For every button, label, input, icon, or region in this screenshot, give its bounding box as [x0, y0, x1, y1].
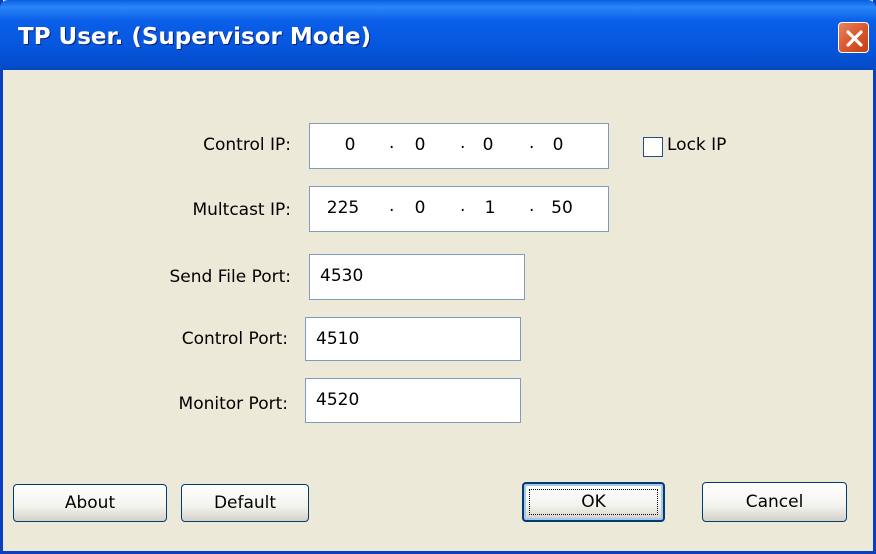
ip-separator: .: [529, 133, 535, 153]
ip-separator: .: [529, 196, 535, 216]
control-ip-label: Control IP:: [203, 135, 291, 155]
cancel-button-label: Cancel: [745, 492, 804, 512]
monitor-port-input[interactable]: 4520: [305, 378, 521, 423]
focus-rectangle: [529, 489, 658, 515]
cancel-button[interactable]: Cancel: [702, 482, 847, 522]
send-file-port-input[interactable]: 4530: [309, 254, 525, 300]
control-port-label: Control Port:: [181, 329, 288, 349]
dialog-window: TP User. (Supervisor Mode) Control IP: 0…: [0, 0, 876, 554]
ip-separator: .: [389, 196, 395, 216]
monitor-port-value: 4520: [316, 390, 360, 410]
default-button-label: Default: [213, 493, 277, 513]
about-button-label: About: [64, 493, 116, 513]
monitor-port-label: Monitor Port:: [178, 394, 288, 414]
control-port-input[interactable]: 4510: [305, 317, 521, 361]
ok-button[interactable]: OK: [522, 482, 665, 522]
ip-separator: .: [460, 196, 466, 216]
ip-octet: 225: [326, 198, 360, 218]
multicast-ip-label: Multcast IP:: [192, 200, 291, 220]
control-port-value: 4510: [316, 329, 360, 349]
lock-ip-checkbox[interactable]: [643, 137, 663, 157]
ip-octet: 0: [344, 135, 356, 155]
ip-octet: 50: [551, 198, 573, 218]
ip-octet: 1: [484, 198, 496, 218]
multicast-ip-input[interactable]: 225 . 0 . 1 . 50: [309, 186, 609, 232]
ip-octet: 0: [414, 135, 426, 155]
send-file-port-value: 4530: [320, 266, 364, 286]
ip-octet: 0: [552, 135, 564, 155]
ip-octet: 0: [414, 198, 426, 218]
ip-separator: .: [460, 133, 466, 153]
lock-ip-label[interactable]: Lock IP: [667, 135, 726, 155]
control-ip-input[interactable]: 0 . 0 . 0 . 0: [309, 123, 609, 169]
close-button[interactable]: [838, 22, 869, 53]
about-button[interactable]: About: [13, 484, 167, 522]
ip-separator: .: [389, 133, 395, 153]
window-title: TP User. (Supervisor Mode): [18, 24, 372, 50]
close-icon: [846, 30, 863, 47]
send-file-port-label: Send File Port:: [169, 267, 292, 287]
title-bar[interactable]: TP User. (Supervisor Mode): [0, 0, 876, 70]
ip-octet: 0: [482, 135, 494, 155]
default-button[interactable]: Default: [181, 484, 309, 522]
